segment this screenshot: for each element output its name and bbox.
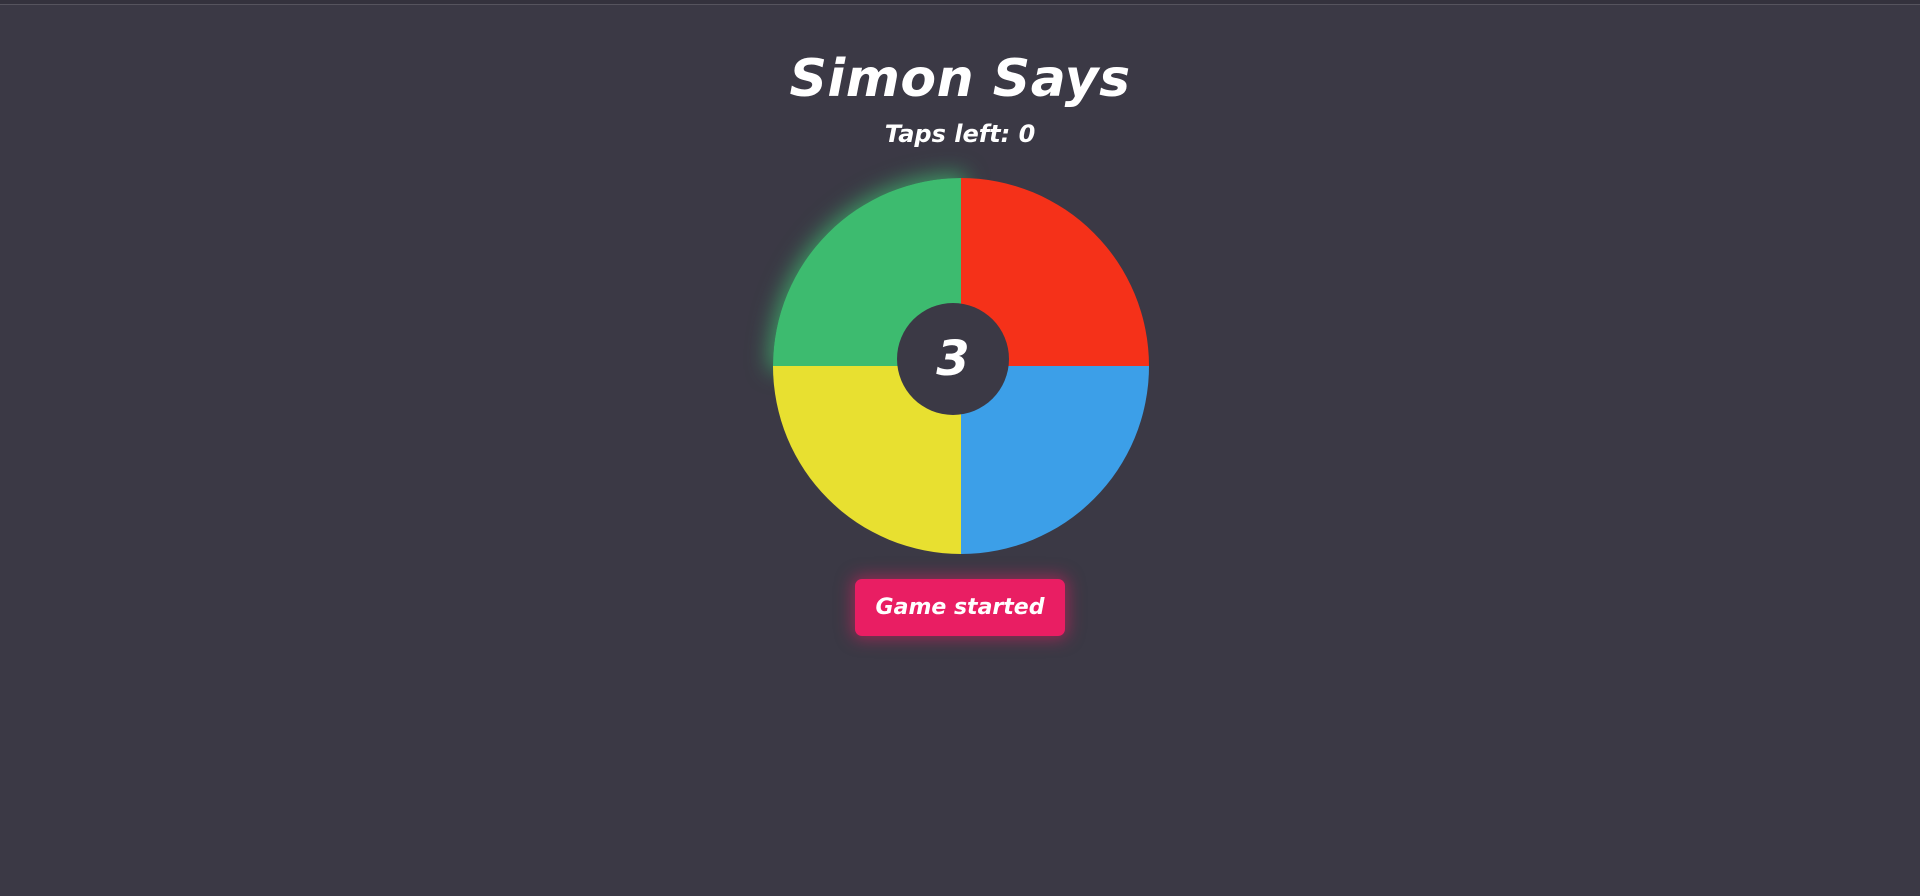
taps-left-counter: Taps left: 0 [884, 120, 1036, 148]
window-top-border [0, 0, 1920, 5]
round-number: 3 [936, 331, 970, 387]
round-counter: 3 [897, 303, 1009, 415]
game-status-button[interactable]: Game started [855, 579, 1065, 636]
game-title: Simon Says [789, 49, 1131, 109]
